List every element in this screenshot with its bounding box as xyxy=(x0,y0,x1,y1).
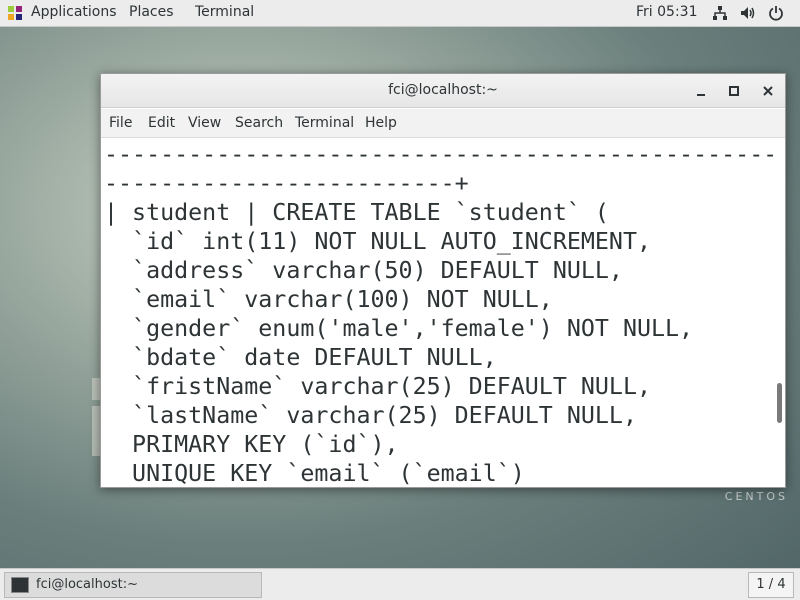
clock[interactable]: Fri 05:31 xyxy=(636,4,697,20)
terminal-line: `email` varchar(100) NOT NULL, xyxy=(104,286,553,313)
terminal-line: `id` int(11) NOT NULL AUTO_INCREMENT, xyxy=(104,228,652,255)
menu-view[interactable]: View xyxy=(188,115,221,131)
menu-terminal[interactable]: Terminal xyxy=(295,115,354,131)
places-menu[interactable]: Places xyxy=(129,4,174,20)
terminal-line: PRIMARY KEY (`id`), xyxy=(104,431,399,458)
maximize-icon[interactable] xyxy=(726,83,742,99)
terminal-app-menu[interactable]: Terminal xyxy=(195,4,254,20)
centos-watermark: CENTOS xyxy=(724,490,788,503)
taskbar-terminal-label: fci@localhost:~ xyxy=(36,577,138,592)
power-icon[interactable] xyxy=(768,5,784,21)
terminal-line: ----------------------------------------… xyxy=(104,141,773,168)
volume-icon[interactable] xyxy=(740,5,756,21)
menu-search[interactable]: Search xyxy=(235,115,283,131)
menu-file[interactable]: File xyxy=(109,115,132,131)
terminal-menubar: File Edit View Search Terminal Help xyxy=(101,109,785,138)
workspace-indicator[interactable]: 1 / 4 xyxy=(748,572,794,598)
window-title: fci@localhost:~ xyxy=(388,82,498,98)
terminal-scrollbar[interactable] xyxy=(773,138,785,487)
minimize-icon[interactable] xyxy=(693,83,709,99)
terminal-output[interactable]: ----------------------------------------… xyxy=(101,138,773,487)
terminal-line: `address` varchar(50) DEFAULT NULL, xyxy=(104,257,623,284)
window-titlebar[interactable]: fci@localhost:~ xyxy=(101,74,785,108)
applications-menu[interactable]: Applications xyxy=(31,4,117,20)
taskbar: fci@localhost:~ 1 / 4 xyxy=(0,568,800,600)
applications-icon[interactable] xyxy=(8,6,22,20)
terminal-line: UNIQUE KEY `email` (`email`) xyxy=(104,460,525,487)
scrollbar-thumb[interactable] xyxy=(777,383,782,423)
terminal-icon xyxy=(11,577,29,593)
top-bar: Applications Places Terminal Fri 05:31 xyxy=(0,0,800,27)
terminal-line: | student | CREATE TABLE `student` ( xyxy=(104,199,609,226)
taskbar-terminal-button[interactable]: fci@localhost:~ xyxy=(4,572,262,598)
terminal-line: `gender` enum('male','female') NOT NULL, xyxy=(104,315,694,342)
terminal-line: -------------------------+ xyxy=(104,170,469,197)
terminal-line: `bdate` date DEFAULT NULL, xyxy=(104,344,497,371)
terminal-line: `fristName` varchar(25) DEFAULT NULL, xyxy=(104,373,652,400)
menu-help[interactable]: Help xyxy=(365,115,397,131)
network-icon[interactable] xyxy=(712,5,728,21)
terminal-line: `lastName` varchar(25) DEFAULT NULL, xyxy=(104,402,637,429)
terminal-window[interactable]: fci@localhost:~ File Edit View Search Te… xyxy=(100,73,786,488)
menu-edit[interactable]: Edit xyxy=(148,115,175,131)
close-icon[interactable] xyxy=(760,83,776,99)
